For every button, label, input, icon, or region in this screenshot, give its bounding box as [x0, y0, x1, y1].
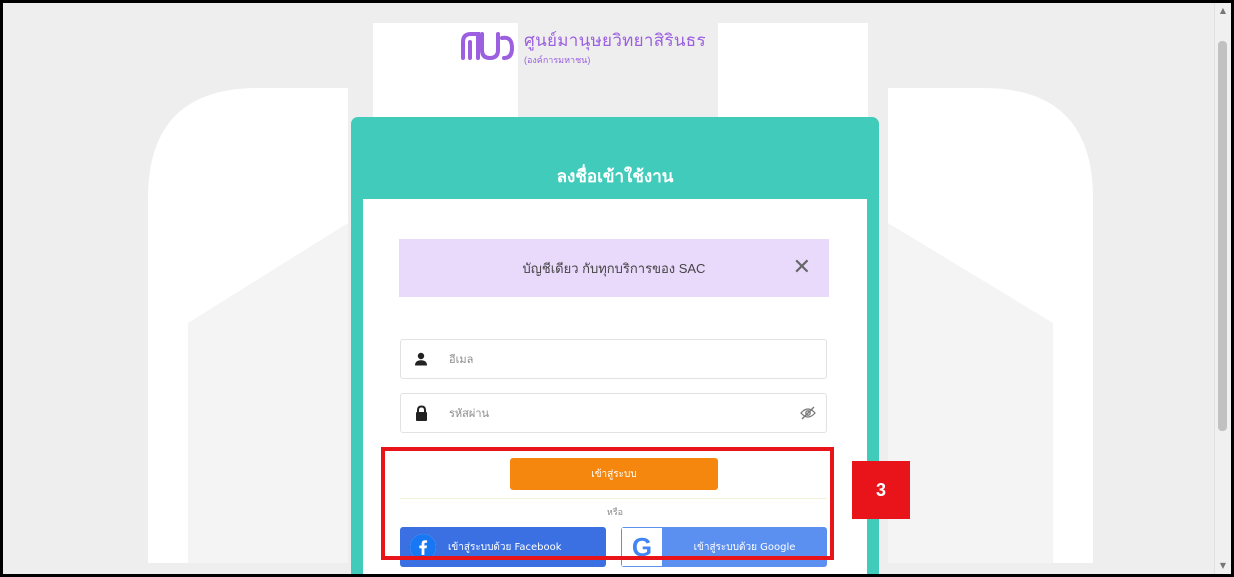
brand-mark-icon: [461, 32, 515, 61]
close-icon[interactable]: ✕: [793, 257, 811, 279]
scroll-down-arrow-icon[interactable]: ▼: [1215, 558, 1231, 574]
brand-name: ศูนย์มานุษยวิทยาสิรินธร: [524, 31, 706, 50]
scroll-up-arrow-icon[interactable]: ▲: [1215, 3, 1231, 19]
lock-icon: [401, 404, 441, 422]
vertical-scrollbar[interactable]: ▲ ▼: [1214, 3, 1231, 574]
email-field[interactable]: [400, 339, 827, 379]
step-highlight-box: [381, 447, 834, 560]
password-input[interactable]: [441, 406, 790, 420]
scrollbar-thumb[interactable]: [1218, 41, 1227, 431]
single-account-notice: บัญชีเดียว กับทุกบริการของ SAC ✕: [399, 239, 829, 297]
brand-logo: ศูนย์มานุษยวิทยาสิรินธร (องค์การมหาชน): [460, 27, 706, 67]
step-number-badge: 3: [852, 461, 910, 519]
password-field[interactable]: [400, 393, 827, 433]
email-input[interactable]: [441, 352, 826, 366]
eye-slash-icon[interactable]: [790, 406, 826, 420]
notice-text: บัญชีเดียว กับทุกบริการของ SAC: [522, 260, 706, 276]
login-title: ลงชื่อเข้าใช้งาน: [556, 167, 674, 186]
user-icon: [401, 352, 441, 366]
brand-subtitle: (องค์การมหาชน): [524, 55, 591, 65]
